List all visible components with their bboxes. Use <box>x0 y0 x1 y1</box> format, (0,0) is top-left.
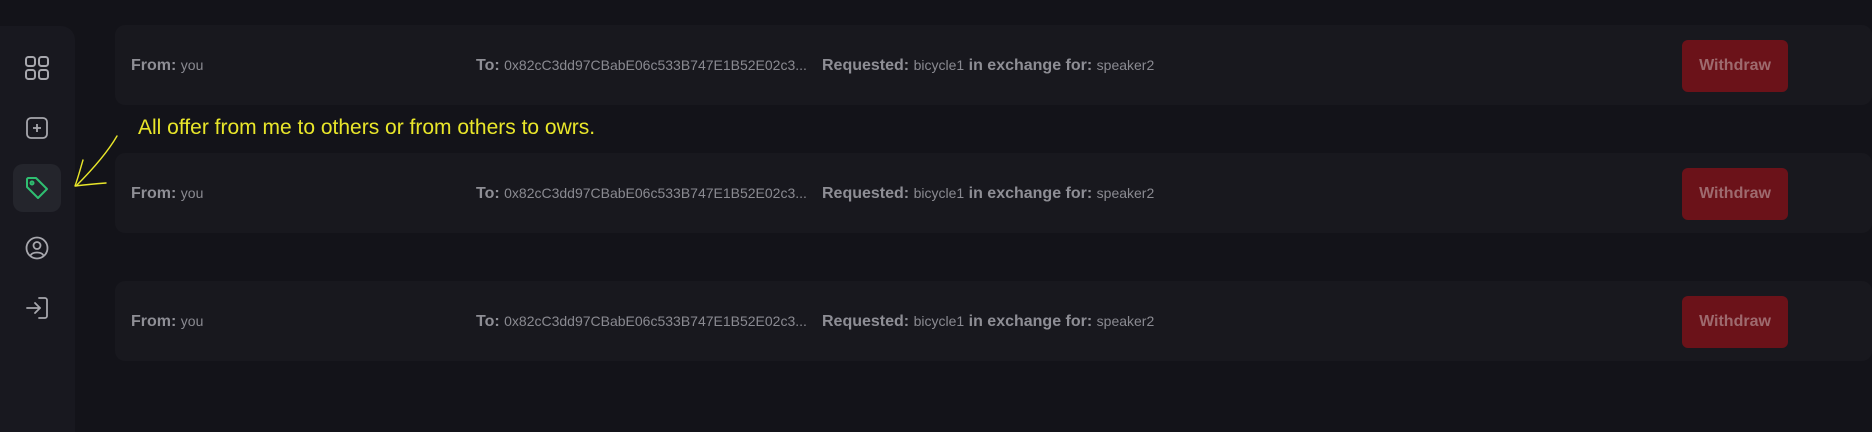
requested-value: bicycle1 <box>913 313 965 329</box>
requested-field: Requested: bicycle1 in exchange for: spe… <box>822 281 1154 361</box>
from-label: From: <box>131 57 177 74</box>
exchange-label: in exchange for: <box>968 57 1093 74</box>
annotation-arrow <box>74 135 118 187</box>
withdraw-button[interactable]: Withdraw <box>1682 296 1788 348</box>
from-value: you <box>180 57 204 73</box>
withdraw-button[interactable]: Withdraw <box>1682 168 1788 220</box>
log-in-icon <box>26 297 48 319</box>
to-label: To: <box>476 57 500 74</box>
to-label: To: <box>476 185 500 202</box>
requested-label: Requested: <box>822 57 910 74</box>
nav-logout[interactable] <box>13 284 61 332</box>
grid-icon <box>25 56 49 80</box>
exchange-value: speaker2 <box>1096 185 1155 201</box>
to-field: To: 0x82cC3dd97CBabE06c533B747E1B52E02c3… <box>476 281 807 361</box>
from-value: you <box>180 313 204 329</box>
annotation-text: All offer from me to others or from othe… <box>138 116 596 139</box>
offer-card: From: you To: 0x82cC3dd97CBabE06c533B747… <box>115 25 1872 105</box>
requested-label: Requested: <box>822 313 910 330</box>
from-field: From: you <box>131 153 203 233</box>
to-field: To: 0x82cC3dd97CBabE06c533B747E1B52E02c3… <box>476 153 807 233</box>
nav-dashboard[interactable] <box>13 44 61 92</box>
from-label: From: <box>131 313 177 330</box>
sidebar <box>0 26 75 432</box>
exchange-label: in exchange for: <box>968 313 1093 330</box>
offer-card: From: you To: 0x82cC3dd97CBabE06c533B747… <box>115 153 1872 233</box>
from-value: you <box>180 185 204 201</box>
to-value: 0x82cC3dd97CBabE06c533B747E1B52E02c3... <box>504 313 807 329</box>
from-label: From: <box>131 185 177 202</box>
from-field: From: you <box>131 25 203 105</box>
to-label: To: <box>476 313 500 330</box>
to-value: 0x82cC3dd97CBabE06c533B747E1B52E02c3... <box>504 57 807 73</box>
plus-square-icon <box>26 117 48 139</box>
offer-card: From: you To: 0x82cC3dd97CBabE06c533B747… <box>115 281 1872 361</box>
nav-offers[interactable] <box>13 164 61 212</box>
nav-create[interactable] <box>13 104 61 152</box>
requested-label: Requested: <box>822 185 910 202</box>
to-value: 0x82cC3dd97CBabE06c533B747E1B52E02c3... <box>504 185 807 201</box>
user-circle-icon <box>25 236 49 260</box>
withdraw-button[interactable]: Withdraw <box>1682 40 1788 92</box>
requested-field: Requested: bicycle1 in exchange for: spe… <box>822 25 1154 105</box>
exchange-value: speaker2 <box>1096 313 1155 329</box>
exchange-value: speaker2 <box>1096 57 1155 73</box>
to-field: To: 0x82cC3dd97CBabE06c533B747E1B52E02c3… <box>476 25 807 105</box>
exchange-label: in exchange for: <box>968 185 1093 202</box>
requested-value: bicycle1 <box>913 57 965 73</box>
requested-field: Requested: bicycle1 in exchange for: spe… <box>822 153 1154 233</box>
nav-profile[interactable] <box>13 224 61 272</box>
tag-icon <box>26 177 48 199</box>
requested-value: bicycle1 <box>913 185 965 201</box>
from-field: From: you <box>131 281 203 361</box>
